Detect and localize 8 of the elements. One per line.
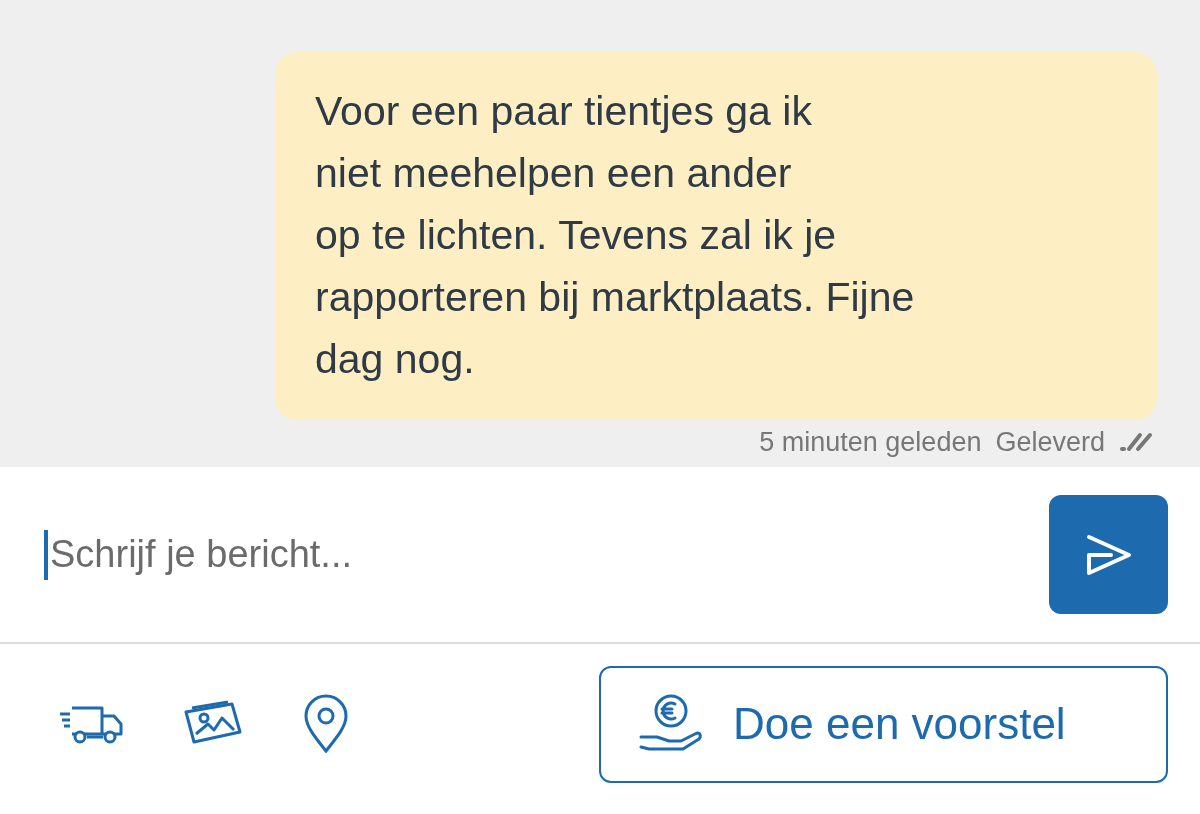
message-time: 5 minuten geleden <box>759 426 982 458</box>
send-button[interactable] <box>1049 495 1168 614</box>
message-input[interactable]: Schrijf je bericht... <box>44 529 1029 580</box>
send-icon <box>1084 532 1133 577</box>
location-pin-icon[interactable] <box>302 694 350 754</box>
message-bubble: Voor een paar tientjes ga ik niet meehelpen een ander op te lichten. Tevens zal ik je rapporteren bij marktplaats. Fijne dag nog. <box>275 52 1157 420</box>
delivery-status: Geleverd <box>995 426 1105 458</box>
make-offer-button[interactable]: Doe een voorstel <box>599 665 1168 783</box>
